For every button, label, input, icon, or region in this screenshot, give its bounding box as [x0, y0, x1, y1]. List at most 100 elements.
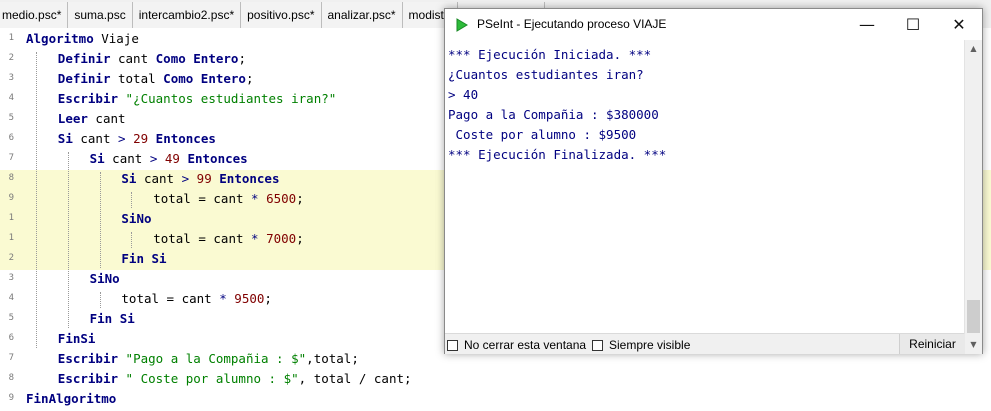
code-text: Si cant > 99 Entonces [121, 171, 279, 191]
pseint-play-icon [456, 18, 468, 32]
window-titlebar[interactable]: PSeInt - Ejecutando proceso VIAJE — ☐ ✕ [445, 9, 982, 40]
line-number: 2 [8, 53, 14, 63]
code-text: total = cant * 9500; [121, 291, 272, 311]
code-token: total [110, 71, 164, 86]
indent-guide [131, 232, 133, 248]
execution-window: PSeInt - Ejecutando proceso VIAJE — ☐ ✕ … [444, 8, 983, 354]
window-title: PSeInt - Ejecutando proceso VIAJE [477, 17, 667, 31]
code-token: ; [264, 291, 272, 306]
console-line: *** Ejecución Iniciada. *** [448, 47, 652, 62]
maximize-button[interactable]: ☐ [890, 9, 936, 40]
console-output[interactable]: *** Ejecución Iniciada. *** ¿Cuantos est… [445, 40, 964, 333]
console-line: Coste por alumno : $9500 [448, 127, 637, 142]
number-token: 29 [133, 131, 149, 146]
keyword-token: SiNo [89, 271, 120, 286]
keyword-token: Definir [57, 71, 111, 86]
number-token: 99 [196, 171, 212, 186]
code-line[interactable]: 8 Escribir " Coste por alumno : $", total… [0, 370, 991, 390]
editor-tab[interactable]: positivo.psc* [241, 2, 322, 28]
code-text: SiNo [121, 211, 151, 231]
console-scrollbar[interactable]: ▲ ▼ [964, 40, 982, 354]
minimize-button[interactable]: — [844, 9, 890, 40]
scroll-down-button[interactable]: ▼ [965, 336, 982, 353]
string-token: "Pago a la Compañia : $" [125, 351, 307, 366]
line-number: 9 [8, 393, 14, 403]
code-line[interactable]: 9 FinAlgoritmo [0, 390, 991, 410]
code-token: ; [296, 191, 304, 206]
code-text: Definir total Como Entero; [58, 71, 254, 91]
code-token: ; [296, 231, 304, 246]
always-visible-checkbox[interactable]: Siempre visible [592, 338, 690, 352]
line-number: 8 [8, 173, 14, 183]
keyword-token: Entonces [187, 151, 248, 166]
indent-guide [36, 52, 37, 348]
code-text: Leer cant [58, 111, 126, 131]
line-number: 1 [8, 233, 14, 243]
code-token: ,total; [306, 351, 359, 366]
keep-open-checkbox[interactable]: No cerrar esta ventana [447, 338, 586, 352]
keep-open-label: No cerrar esta ventana [464, 338, 587, 352]
code-token: cant [136, 171, 182, 186]
checkbox-box[interactable] [447, 339, 458, 351]
code-token: cant [87, 111, 126, 126]
line-number: 5 [8, 113, 14, 123]
code-text: Escribir "¿Cuantos estudiantes iran?" [58, 91, 336, 111]
code-token: cant [72, 131, 119, 146]
line-number: 1 [8, 33, 14, 43]
restart-button[interactable]: Reiniciar [899, 334, 965, 354]
code-token: total = cant [121, 291, 220, 306]
keyword-token: Leer [57, 111, 88, 126]
console-line: *** Ejecución Finalizada. *** [448, 147, 667, 162]
scroll-down-icon: ▼ [970, 340, 977, 349]
checkbox-box[interactable] [592, 339, 603, 351]
number-token: 7000 [266, 231, 297, 246]
line-number: 4 [8, 93, 14, 103]
editor-tab[interactable]: medio.psc* [0, 2, 69, 28]
code-text: Si cant > 49 Entonces [90, 151, 248, 171]
keyword-token: Escribir [57, 91, 119, 106]
string-token: " Coste por alumno : $" [125, 371, 299, 386]
code-text: Escribir "Pago a la Compañia : $",total; [58, 351, 359, 371]
code-token: > [181, 171, 190, 186]
code-text: Algoritmo Viaje [26, 31, 139, 51]
code-text: Si cant > 29 Entonces [58, 131, 216, 151]
scroll-thumb[interactable] [967, 300, 980, 333]
keyword-token: Como Entero [163, 71, 246, 86]
maximize-icon: ☐ [905, 15, 921, 34]
line-number: 6 [8, 333, 14, 343]
line-number: 7 [8, 353, 14, 363]
always-visible-label: Siempre visible [609, 338, 691, 352]
code-text: Fin Si [90, 311, 135, 331]
line-number: 9 [8, 193, 14, 203]
close-button[interactable]: ✕ [936, 9, 982, 40]
indent-guide [99, 172, 101, 268]
code-token: ; [245, 71, 254, 86]
code-text: total = cant * 6500; [153, 191, 304, 211]
keyword-token: Entonces [219, 171, 280, 186]
scroll-up-button[interactable]: ▲ [965, 40, 982, 57]
code-text: SiNo [90, 271, 120, 291]
code-token: > [118, 131, 126, 146]
editor-tab[interactable]: suma.psc [68, 2, 133, 28]
code-token: * [251, 231, 259, 246]
code-token: cant [104, 151, 150, 166]
keyword-token: FinSi [57, 331, 96, 346]
number-token: 9500 [234, 291, 265, 306]
editor-tab[interactable]: intercambio2.psc* [132, 2, 242, 28]
code-text: Definir cant Como Entero; [58, 51, 246, 71]
code-token: , total / cant; [298, 371, 412, 386]
keyword-token: Escribir [57, 351, 119, 366]
editor-tab[interactable]: analizar.psc* [321, 2, 403, 28]
code-token: * [251, 191, 259, 206]
line-number: 3 [8, 273, 14, 283]
number-token: 49 [164, 151, 180, 166]
indent-guide [131, 192, 133, 208]
code-token: total = cant [153, 231, 252, 246]
line-number: 1 [8, 213, 14, 223]
